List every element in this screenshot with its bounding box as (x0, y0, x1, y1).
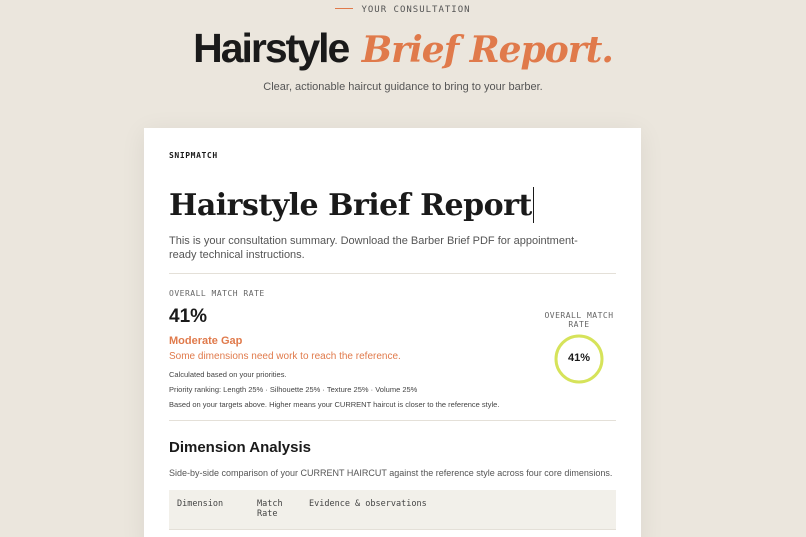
priority-ranking: Priority ranking: Length 25% · Silhouett… (169, 385, 418, 394)
gap-status-desc: Some dimensions need work to reach the r… (169, 351, 401, 362)
gap-status: Moderate Gap (169, 335, 243, 347)
report-title-text: Hairstyle Brief Report (169, 188, 532, 223)
match-basis-note: Based on your targets above. Higher mean… (169, 400, 500, 409)
section-title: Dimension Analysis (169, 439, 311, 456)
divider (169, 420, 616, 421)
gauge-value: 41% (567, 352, 591, 364)
column-header-match-rate: Match Rate (257, 499, 283, 519)
report-card: SNIPMATCH Hairstyle Brief Report This is… (144, 128, 641, 537)
column-header-evidence: Evidence & observations (309, 499, 427, 509)
match-rate-label: OVERALL MATCH RATE (169, 289, 265, 298)
eyebrow-dash (335, 8, 354, 9)
table-header: Dimension Match Rate Evidence & observat… (169, 490, 616, 530)
report-title[interactable]: Hairstyle Brief Report (169, 186, 534, 226)
brand-label: SNIPMATCH (169, 151, 218, 160)
hero-title: Hairstyle Brief Report. (0, 24, 806, 74)
hero-title-accent: Brief Report. (361, 29, 614, 71)
section-desc: Side-by-side comparison of your CURRENT … (169, 468, 613, 478)
hero-subtitle: Clear, actionable haircut guidance to br… (263, 81, 543, 93)
match-rate-value: 41% (169, 306, 208, 327)
gauge-label: OVERALL MATCH RATE (544, 311, 614, 329)
hero-title-plain: Hairstyle (193, 25, 350, 71)
column-header-dimension: Dimension (177, 499, 224, 509)
eyebrow: YOUR CONSULTATION (0, 5, 806, 15)
text-cursor (532, 187, 534, 223)
calc-note: Calculated based on your priorities. (169, 370, 287, 379)
report-intro: This is your consultation summary. Downl… (169, 235, 578, 261)
divider (169, 273, 616, 274)
eyebrow-text: YOUR CONSULTATION (361, 5, 471, 15)
